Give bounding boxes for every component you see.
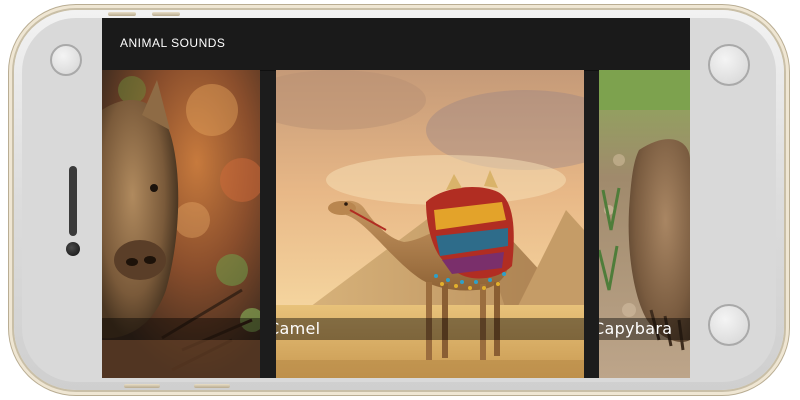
volume-up-button[interactable] bbox=[108, 12, 136, 16]
volume-down-button[interactable] bbox=[152, 12, 180, 16]
card-caption-bar: Camel bbox=[276, 318, 584, 340]
side-button-bottom-b[interactable] bbox=[194, 384, 230, 388]
animal-card-capybara[interactable]: Capybara bbox=[599, 70, 690, 378]
front-camera-icon bbox=[66, 242, 80, 256]
front-camera-ring-icon bbox=[50, 44, 82, 76]
side-button-bottom-a[interactable] bbox=[124, 384, 160, 388]
card-caption-capybara: Capybara bbox=[599, 319, 673, 338]
animal-card-boar[interactable] bbox=[102, 70, 260, 378]
earpiece-speaker-icon bbox=[69, 166, 77, 236]
app-header: ANIMAL SOUNDS bbox=[102, 18, 690, 71]
top-right-ring-icon bbox=[708, 44, 750, 86]
card-caption-bar: Capybara bbox=[599, 318, 690, 340]
animal-card-camel[interactable]: Camel bbox=[276, 70, 584, 378]
phone-screen: ANIMAL SOUNDS amel Capybara bbox=[102, 18, 690, 378]
card-caption-bar bbox=[102, 318, 260, 340]
card-caption-camel: Camel bbox=[276, 319, 321, 338]
app-title: ANIMAL SOUNDS bbox=[120, 36, 226, 50]
home-button[interactable] bbox=[708, 304, 750, 346]
